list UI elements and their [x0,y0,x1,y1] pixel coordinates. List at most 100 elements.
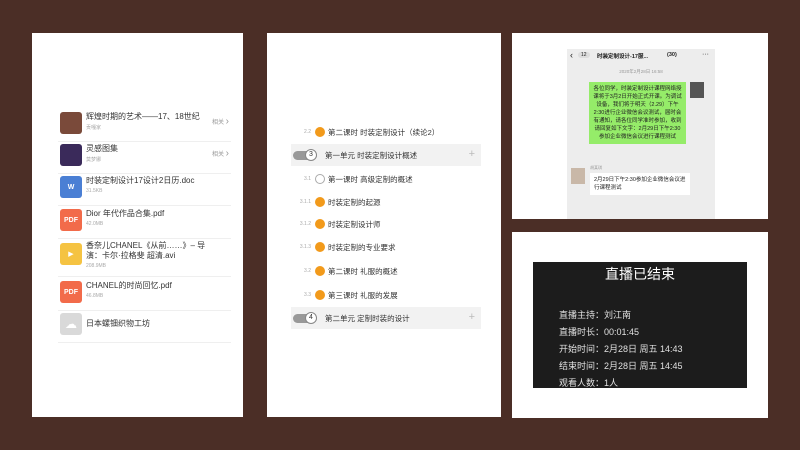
outline-item[interactable]: 3.3 第三课时 礼服的发展 [291,284,481,306]
chat-screen: ‹ 12 时装定制设计-17服... (30) ··· 2020年2月28日 1… [567,49,715,219]
avatar[interactable] [690,82,704,98]
member-count: (30) [667,52,677,58]
row-value: 00:01:45 [604,327,640,337]
unit-number: 4 [305,311,317,324]
empty-circle-icon [315,174,325,184]
related-link[interactable]: 相关 › [212,148,229,159]
unit-label: 第二单元 定制时装的设计 [325,313,410,323]
live-viewers-row: 观看人数：1人 [559,376,618,389]
outline-item[interactable]: 3.1 第一课时 高级定制的概述 [291,168,481,190]
outline-label: 第一课时 高级定制的概述 [328,174,413,184]
video-icon: ▶ [60,243,82,265]
file-title: 香奈儿CHANEL《从前……》– 导演：卡尔·拉格斐 超清.avi [86,241,206,260]
image-icon [60,144,82,166]
file-title: 灵感图集 [86,144,118,153]
unit-header[interactable]: 4 第二单元 定制时装的设计 + [291,307,481,329]
unit-label: 第一单元 时装定制设计概述 [325,150,418,160]
file-size: 46.8MB [86,293,104,299]
file-author: 莫梦娜 [86,157,102,163]
received-message: 2月29日下午2:30参加企业微信会议进行课程测试 [590,173,690,195]
live-start-row: 开始时间：2月28日 周五 14:43 [559,342,683,355]
sender-name: 胡某琪 [590,165,602,170]
pdf-icon: PDF [60,281,82,303]
course-outline-panel: 2.2 第二课时 时装定制设计（续论2） 3 第一单元 时装定制设计概述 + 3… [267,33,501,417]
outline-item[interactable]: 3.2 第二课时 礼服的概述 [291,260,481,282]
file-item[interactable]: ▶ 香奈儿CHANEL《从前……》– 导演：卡尔·拉格斐 超清.avi 208.… [58,237,231,277]
unit-header[interactable]: 3 第一单元 时装定制设计概述 + [291,144,481,166]
back-arrow-icon[interactable]: ‹ [570,50,573,60]
live-summary-panel: 直播已结束 直播主持：刘江南 直播时长：00:01:45 开始时间：2月28日 … [512,232,768,418]
chevron-right-icon: › [225,148,229,159]
file-author: 贡嘎家 [86,125,102,131]
file-title: 时装定制设计17设计2日历.doc [86,176,195,185]
progress-dot-icon [315,242,325,252]
outline-number: 2.2 [304,129,311,135]
row-label: 观看人数： [559,378,605,388]
chat-title: 时装定制设计-17服... [597,54,649,60]
file-title: CHANEL的时尚回忆.pdf [86,281,172,290]
file-item[interactable]: PDF CHANEL的时尚回忆.pdf 46.8MB [58,277,231,311]
plus-icon[interactable]: + [469,311,475,323]
file-item[interactable]: 灵感图集 莫梦娜 相关 › [58,140,231,174]
file-item[interactable]: 辉煌时期的艺术——17、18世纪 贡嘎家 相关 › [58,108,231,142]
outline-number: 3.1 [304,176,311,182]
doc-icon: W [60,176,82,198]
avatar[interactable] [571,168,585,184]
row-value: 1人 [604,378,619,388]
outline-label: 时装定制的起源 [328,197,381,207]
sent-message: 各位同学，时装定制设计课程网络授课将于3月2日开始正式开课。为调试设备，我们将于… [589,82,686,144]
live-host-row: 直播主持：刘江南 [559,308,631,321]
collapse-toggle[interactable]: 4 [293,311,317,324]
outline-label: 时装定制设计师 [328,219,381,229]
plus-icon[interactable]: + [469,148,475,160]
outline-item[interactable]: 3.1.3 时装定制的专业要求 [291,236,481,258]
outline-label: 时装定制的专业要求 [328,242,396,252]
live-summary-card: 直播已结束 直播主持：刘江南 直播时长：00:01:45 开始时间：2月28日 … [533,262,747,388]
live-end-row: 结束时间：2月28日 周五 14:45 [559,359,683,372]
live-duration-row: 直播时长：00:01:45 [559,325,639,338]
image-icon [60,112,82,134]
outline-item[interactable]: 3.1.2 时装定制设计师 [291,213,481,235]
outline-number: 3.1.2 [299,221,311,227]
outline-number: 3.2 [304,268,311,274]
progress-dot-icon [315,219,325,229]
file-size: 208.9MB [86,263,107,269]
related-label: 相关 [211,152,226,158]
related-link[interactable]: 相关 › [212,116,229,127]
unread-badge: 12 [578,52,590,58]
file-title: Dior 年代作品合集.pdf [86,209,165,218]
live-title: 直播已结束 [605,266,675,282]
file-title: 辉煌时期的艺术——17、18世纪 [86,112,200,121]
collapse-toggle[interactable]: 3 [293,148,317,161]
row-label: 直播时长： [559,327,605,337]
row-label: 开始时间： [559,344,605,354]
file-item[interactable]: PDF Dior 年代作品合集.pdf 42.0MB [58,205,231,239]
progress-dot-icon [315,197,325,207]
pdf-icon: PDF [60,209,82,231]
progress-dot-icon [315,290,325,300]
outline-number: 3.1.1 [299,199,311,205]
outline-item[interactable]: 3.1.1 时装定制的起源 [291,191,481,213]
chevron-right-icon: › [225,116,229,127]
file-size: 31.5KB [86,188,103,194]
chat-header: ‹ 12 时装定制设计-17服... (30) ··· [567,49,715,63]
file-size: 42.0MB [86,221,104,227]
file-title: 日本螺钿织物工坊 [86,319,150,328]
row-label: 直播主持： [559,310,605,320]
outline-label: 第三课时 礼服的发展 [328,290,398,300]
outline-number: 3.1.3 [299,244,311,250]
row-label: 结束时间： [559,361,605,371]
unit-number: 3 [305,148,317,161]
file-item[interactable]: ☁ 日本螺钿织物工坊 [58,309,231,343]
row-value: 2月28日 周五 14:45 [604,361,683,371]
outline-label: 第二课时 时装定制设计（续论2） [328,127,440,137]
message-time: 2020年2月28日 16:58 [619,69,663,74]
file-list-panel: 辉煌时期的艺术——17、18世纪 贡嘎家 相关 › 灵感图集 莫梦娜 相关 › … [32,33,243,417]
file-item[interactable]: W 时装定制设计17设计2日历.doc 31.5KB [58,172,231,206]
outline-label: 第二课时 礼服的概述 [328,266,398,276]
more-icon[interactable]: ··· [702,51,709,58]
cloud-icon: ☁ [60,313,82,335]
outline-item[interactable]: 2.2 第二课时 时装定制设计（续论2） [291,121,481,143]
progress-dot-icon [315,266,325,276]
progress-dot-icon [315,127,325,137]
